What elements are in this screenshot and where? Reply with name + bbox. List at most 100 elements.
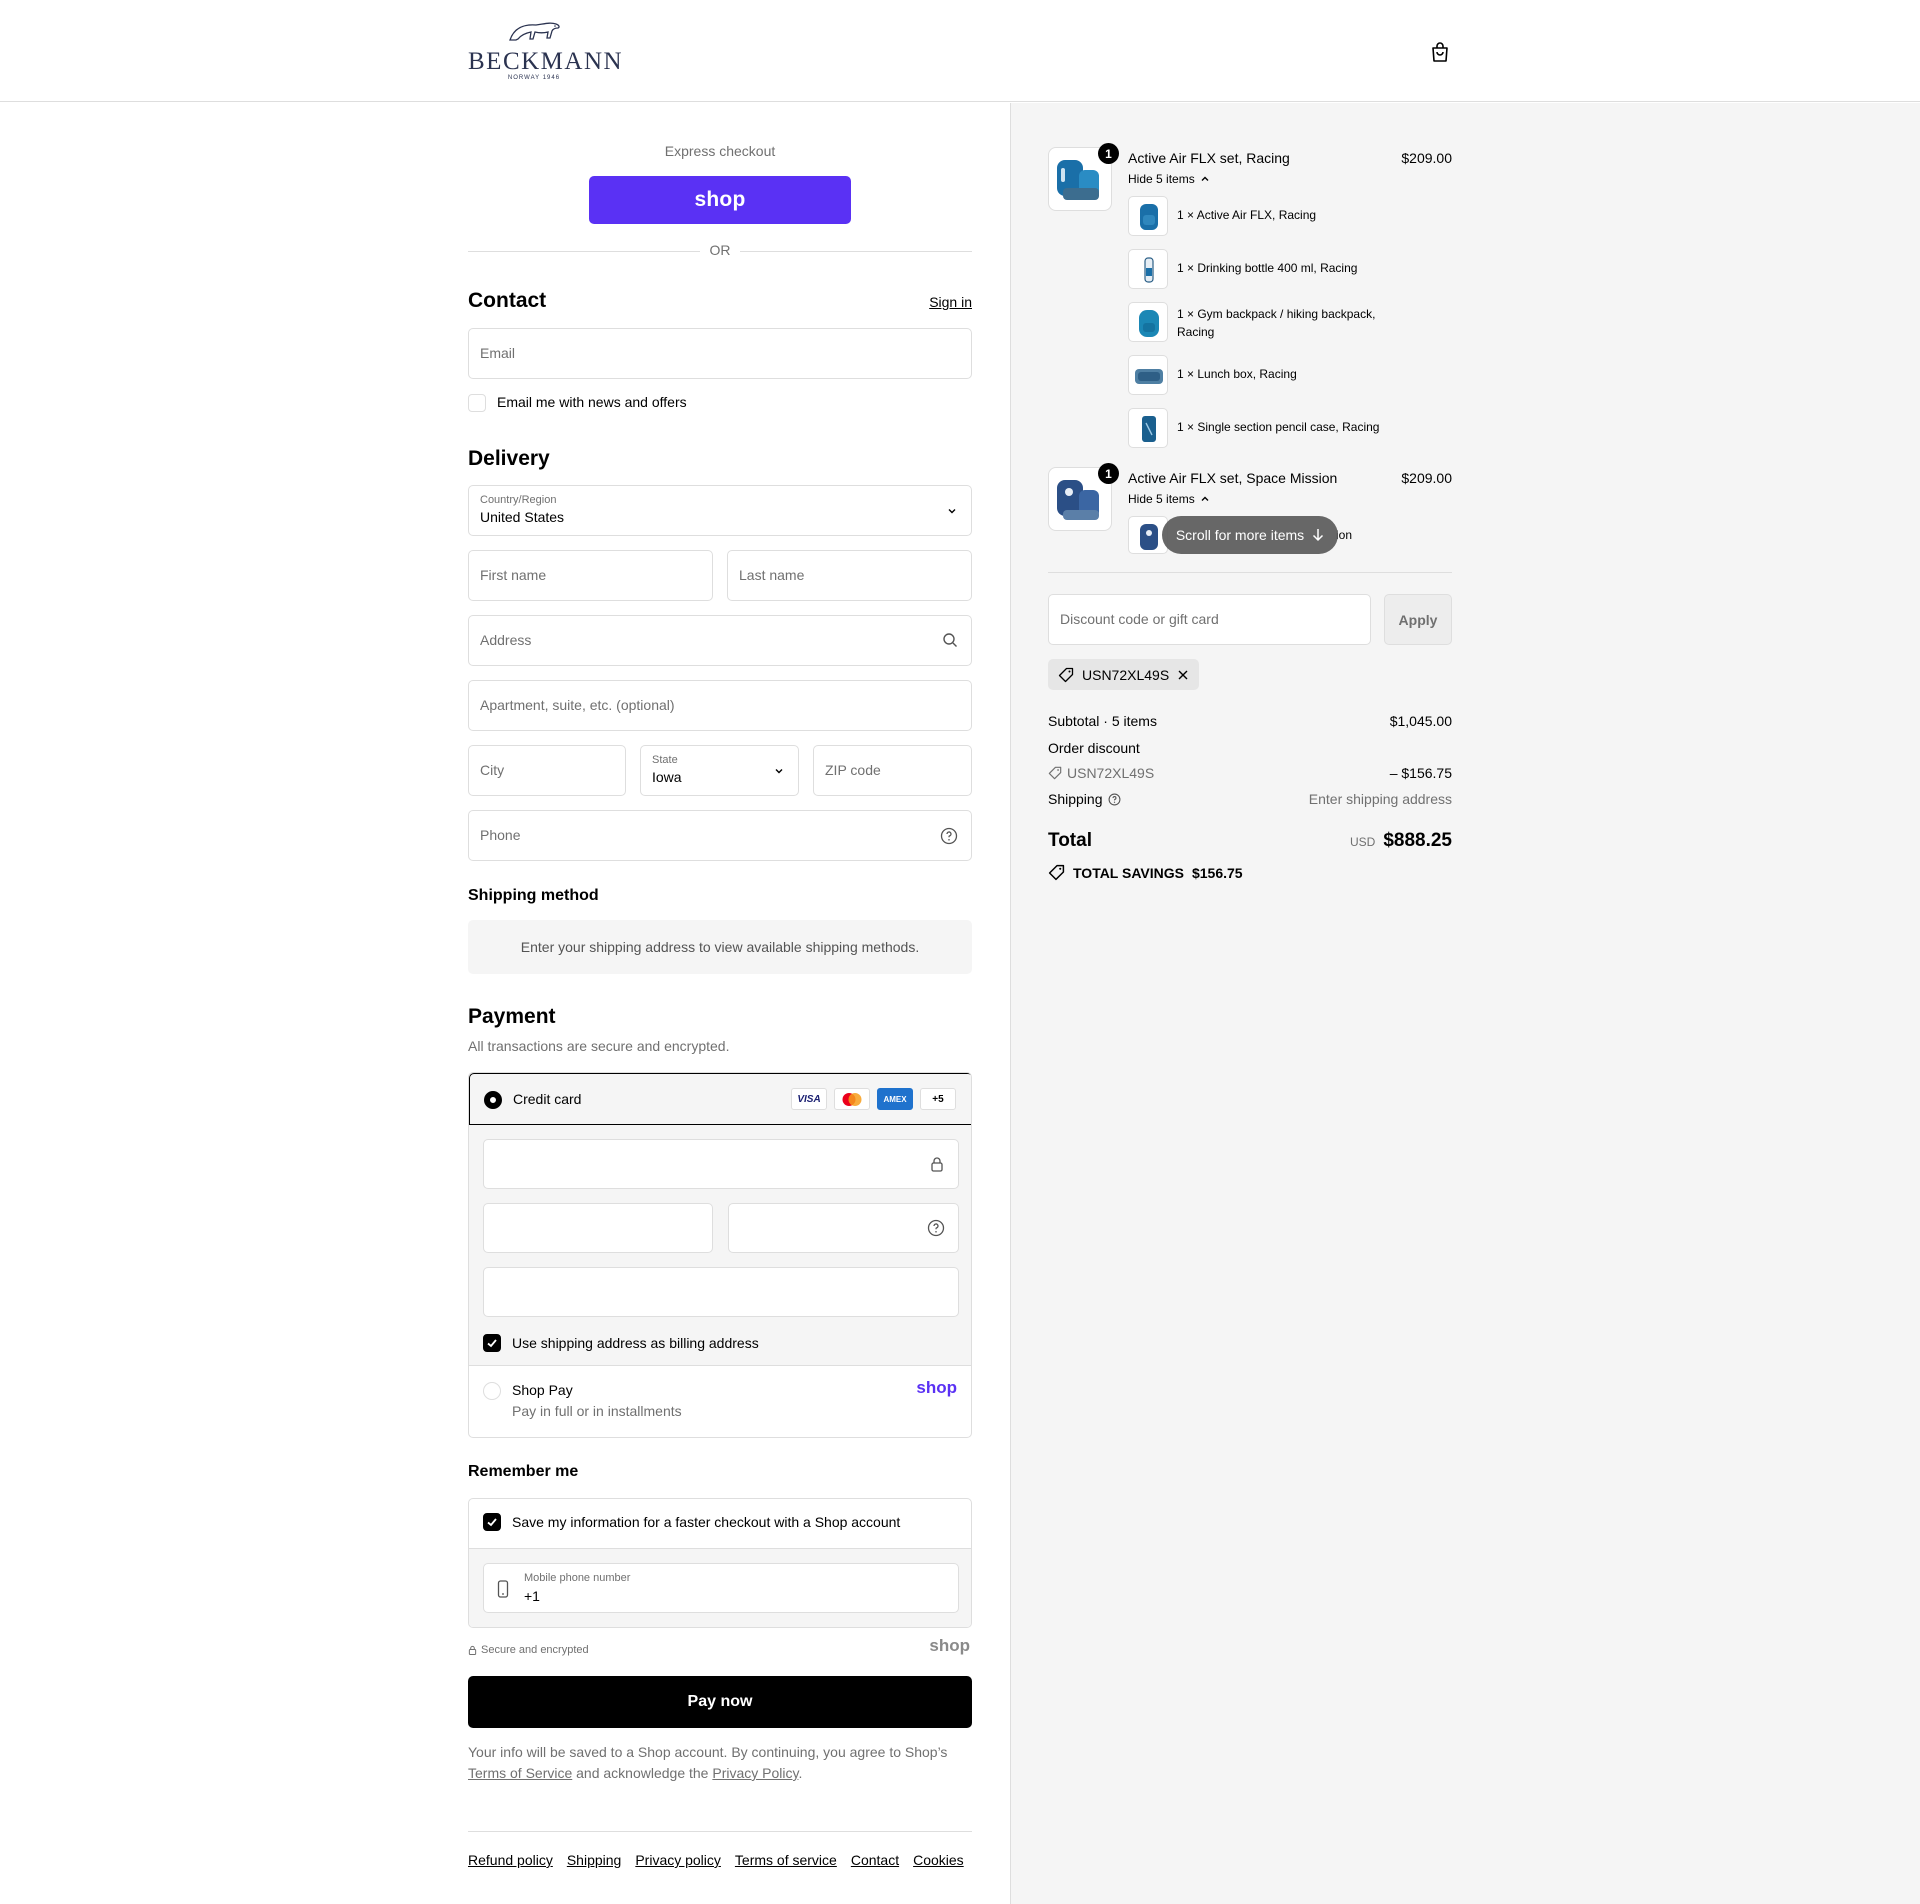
scroll-for-more-button[interactable]: Scroll for more items [1162, 516, 1338, 554]
remember-me-heading: Remember me [468, 1463, 579, 1480]
bundle-item: 1 × Active Air FLX, Racing [1177, 208, 1317, 222]
mobile-phone-value: +1 [524, 1588, 540, 1604]
legal-line: Your info will be saved to a Shop accoun… [468, 1744, 948, 1760]
country-value: United States [480, 509, 565, 525]
applied-discount-code: USN72XL49S [1082, 666, 1170, 683]
apply-discount-button[interactable]: Apply [1384, 594, 1452, 645]
amex-icon: AMEX [877, 1088, 913, 1110]
brand-tagline: NORWAY 1946 [507, 75, 561, 81]
footer-shipping[interactable]: Shipping [567, 1852, 622, 1868]
bundle-item-thumbnail [1128, 355, 1168, 395]
bundle-item-thumbnail [1128, 249, 1168, 289]
country-select[interactable]: Country/Region United States [468, 485, 972, 536]
lock-icon [931, 1157, 943, 1172]
mobile-phone-icon [497, 1580, 509, 1598]
hide-items-toggle[interactable]: Hide 5 items [1128, 492, 1210, 506]
pay-now-button[interactable]: Pay now [468, 1676, 972, 1728]
shipping-label: Shipping [1048, 791, 1103, 807]
scroll-for-more-label: Scroll for more items [1175, 527, 1305, 543]
tag-icon [1058, 667, 1074, 682]
city-field[interactable]: City [468, 745, 626, 796]
summary-divider [1048, 572, 1452, 573]
footer-refund-policy[interactable]: Refund policy [468, 1852, 553, 1868]
shop-pay-subtitle: Pay in full or in installments [512, 1403, 682, 1419]
news-checkbox-label: Email me with news and offers [497, 394, 687, 410]
shop-pay-radio[interactable] [483, 1382, 501, 1400]
applied-discount-chip: USN72XL49S [1048, 659, 1200, 690]
total-label: Total [1048, 830, 1092, 851]
terms-of-service-link[interactable]: Terms of Service [468, 1765, 572, 1781]
billing-checkbox[interactable] [483, 1334, 501, 1352]
or-divider-label: OR [700, 242, 740, 258]
subtotal-row: Subtotal · 5 items $1,045.00 [1048, 713, 1452, 729]
credit-card-form: Use shipping address as billing address [469, 1125, 971, 1366]
expiry-field[interactable] [483, 1203, 713, 1253]
discount-code-info: USN72XL49S [1048, 765, 1154, 781]
address-field[interactable]: Address [468, 615, 972, 666]
chevron-up-icon [1201, 176, 1209, 181]
bundle-item-thumbnail [1128, 302, 1168, 342]
total-savings: TOTAL SAVINGS $156.75 [1048, 864, 1243, 881]
last-name-field[interactable]: Last name [727, 550, 972, 601]
mobile-phone-field[interactable]: Mobile phone number +1 [483, 1563, 959, 1613]
security-code-field[interactable] [728, 1203, 959, 1253]
quantity-badge: 1 [1098, 143, 1119, 164]
footer-terms-of-service[interactable]: Terms of service [735, 1852, 837, 1868]
help-circle-icon[interactable] [1108, 793, 1121, 806]
email-field[interactable]: Email [468, 328, 972, 379]
zip-field[interactable]: ZIP code [813, 745, 972, 796]
shipping-value: Enter shipping address [1308, 791, 1452, 807]
state-label: State [652, 754, 678, 766]
contact-heading: Contact [468, 289, 547, 312]
order-discount-label: Order discount [1048, 740, 1140, 756]
help-circle-icon[interactable] [940, 827, 958, 845]
checkmark-icon [487, 1518, 497, 1527]
footer-links: Refund policy Shipping Privacy policy Te… [468, 1852, 964, 1868]
brand-logo[interactable]: BECKMANN NORWAY 1946 [468, 18, 622, 84]
first-name-field[interactable]: First name [468, 550, 713, 601]
sign-in-link[interactable]: Sign in [929, 294, 972, 310]
hide-items-toggle[interactable]: Hide 5 items [1128, 172, 1210, 186]
lock-icon [468, 1645, 477, 1655]
quantity-badge: 1 [1098, 463, 1119, 484]
shop-pay-express-button[interactable]: shop [589, 176, 851, 224]
discount-placeholder: Discount code or gift card [1060, 611, 1219, 627]
secure-note: Secure and encrypted [468, 1644, 589, 1656]
legal-end: . [798, 1765, 803, 1781]
bundle-item-thumbnail [1128, 408, 1168, 448]
discount-code-text: USN72XL49S [1067, 765, 1155, 781]
credit-card-radio[interactable] [484, 1091, 502, 1109]
shopping-bag-icon[interactable] [1428, 40, 1452, 64]
phone-placeholder: Phone [480, 827, 521, 843]
header: BECKMANN NORWAY 1946 [0, 0, 1920, 102]
footer-privacy-policy[interactable]: Privacy policy [635, 1852, 721, 1868]
legal-text: Your info will be saved to a Shop accoun… [468, 1742, 972, 1784]
discount-row: USN72XL49S – $156.75 [1048, 765, 1452, 781]
credit-card-option[interactable]: Credit card VISA AMEX +5 [469, 1073, 971, 1125]
card-number-field[interactable] [483, 1139, 959, 1189]
footer-contact[interactable]: Contact [851, 1852, 899, 1868]
apartment-field[interactable]: Apartment, suite, etc. (optional) [468, 680, 972, 731]
save-info-checkbox[interactable] [483, 1513, 501, 1531]
total-value: $888.25 [1383, 830, 1452, 851]
shop-pay-label[interactable]: Shop Pay [512, 1382, 573, 1398]
payment-options: Credit card VISA AMEX +5 Use shipping ad… [468, 1072, 972, 1438]
polar-bear-icon [509, 22, 560, 41]
mobile-section: Mobile phone number +1 [469, 1548, 971, 1627]
news-checkbox[interactable] [468, 394, 486, 412]
footer-cookies[interactable]: Cookies [913, 1852, 964, 1868]
help-circle-icon[interactable] [927, 1219, 945, 1237]
state-select[interactable]: State Iowa [640, 745, 799, 796]
shop-pay-logo: shop [916, 1378, 957, 1397]
bundle-item: 1 × Single section pencil case, Racing [1177, 420, 1380, 434]
discount-code-field[interactable]: Discount code or gift card [1048, 594, 1371, 645]
tag-icon [1048, 864, 1065, 881]
close-icon[interactable] [1177, 669, 1189, 681]
privacy-policy-link[interactable]: Privacy Policy [712, 1765, 798, 1781]
phone-field[interactable]: Phone [468, 810, 972, 861]
zip-placeholder: ZIP code [825, 762, 881, 778]
chevron-up-icon [1201, 496, 1209, 501]
name-on-card-field[interactable] [483, 1267, 959, 1317]
shipping-row: Shipping Enter shipping address [1048, 791, 1452, 807]
first-name-placeholder: First name [480, 567, 547, 583]
